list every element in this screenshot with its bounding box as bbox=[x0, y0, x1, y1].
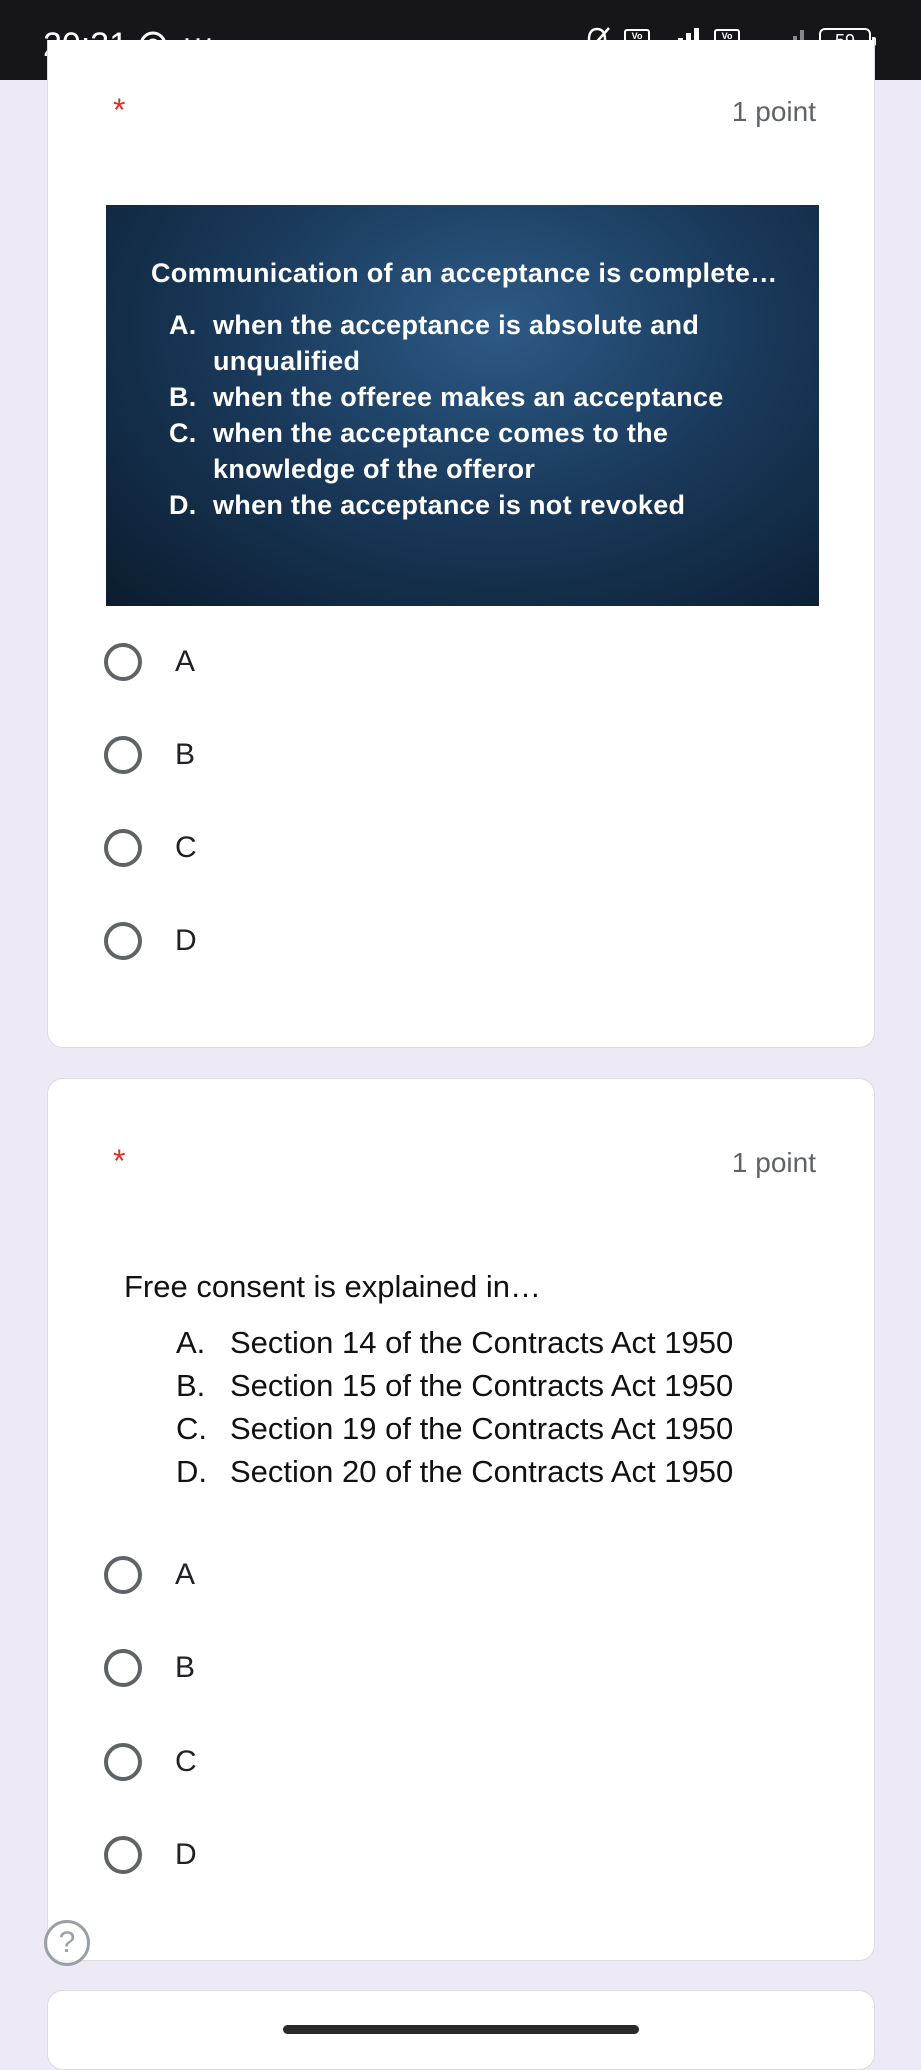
choice-label: C bbox=[175, 1745, 197, 1778]
radio-choice-b[interactable]: B bbox=[104, 730, 195, 780]
points-label: 1 point bbox=[731, 1147, 816, 1178]
help-icon[interactable]: ? bbox=[44, 1920, 90, 1966]
choice-label: D bbox=[175, 924, 197, 957]
points-label: 1 point bbox=[731, 96, 816, 127]
question-card-1: * 1 point Communication of an acceptance… bbox=[47, 40, 875, 1048]
radio-button[interactable] bbox=[104, 1836, 142, 1874]
radio-choice-c[interactable]: C bbox=[104, 823, 197, 873]
question-stem: Communication of an acceptance is comple… bbox=[151, 258, 778, 288]
question-stem: Free consent is explained in… bbox=[124, 1269, 542, 1304]
radio-button[interactable] bbox=[104, 1743, 142, 1781]
radio-choice-c[interactable]: C bbox=[104, 1737, 197, 1787]
question-card-2: * 1 point Free consent is explained in… … bbox=[47, 1078, 875, 1961]
option-line-a: A. Section 14 of the Contracts Act 1950 bbox=[176, 1325, 734, 1360]
option-line-c: C. Section 19 of the Contracts Act 1950 bbox=[176, 1411, 734, 1446]
option-line-d: D. when the acceptance is not revoked bbox=[169, 490, 686, 520]
option-line-a: A. when the acceptance is absolute and u… bbox=[169, 310, 700, 376]
option-line-b: B. Section 15 of the Contracts Act 1950 bbox=[176, 1368, 734, 1403]
question-image: Communication of an acceptance is comple… bbox=[106, 205, 819, 606]
radio-button[interactable] bbox=[104, 1556, 142, 1594]
radio-choice-d[interactable]: D bbox=[104, 916, 197, 966]
choice-label: A bbox=[175, 1558, 196, 1591]
choice-label: D bbox=[175, 1838, 197, 1871]
home-indicator[interactable] bbox=[283, 2025, 639, 2034]
radio-button[interactable] bbox=[104, 643, 142, 681]
radio-button[interactable] bbox=[104, 829, 142, 867]
help-glyph: ? bbox=[58, 1926, 76, 1959]
required-marker: * bbox=[113, 92, 126, 128]
radio-choice-b[interactable]: B bbox=[104, 1643, 195, 1693]
option-line-b: B. when the offeree makes an acceptance bbox=[169, 382, 724, 412]
radio-button[interactable] bbox=[104, 736, 142, 774]
radio-choice-d[interactable]: D bbox=[104, 1830, 197, 1880]
required-marker: * bbox=[113, 1143, 126, 1179]
choice-label: A bbox=[175, 645, 196, 678]
choice-label: B bbox=[175, 738, 196, 771]
option-line-d: D. Section 20 of the Contracts Act 1950 bbox=[176, 1454, 734, 1489]
radio-button[interactable] bbox=[104, 1649, 142, 1687]
choice-label: C bbox=[175, 831, 197, 864]
radio-choice-a[interactable]: A bbox=[104, 637, 195, 687]
radio-choice-a[interactable]: A bbox=[104, 1550, 195, 1600]
question-image: Free consent is explained in… A. Section… bbox=[124, 1267, 733, 1493]
choice-label: B bbox=[175, 1651, 196, 1684]
radio-button[interactable] bbox=[104, 922, 142, 960]
option-line-c: C. when the acceptance comes to the know… bbox=[169, 418, 669, 484]
